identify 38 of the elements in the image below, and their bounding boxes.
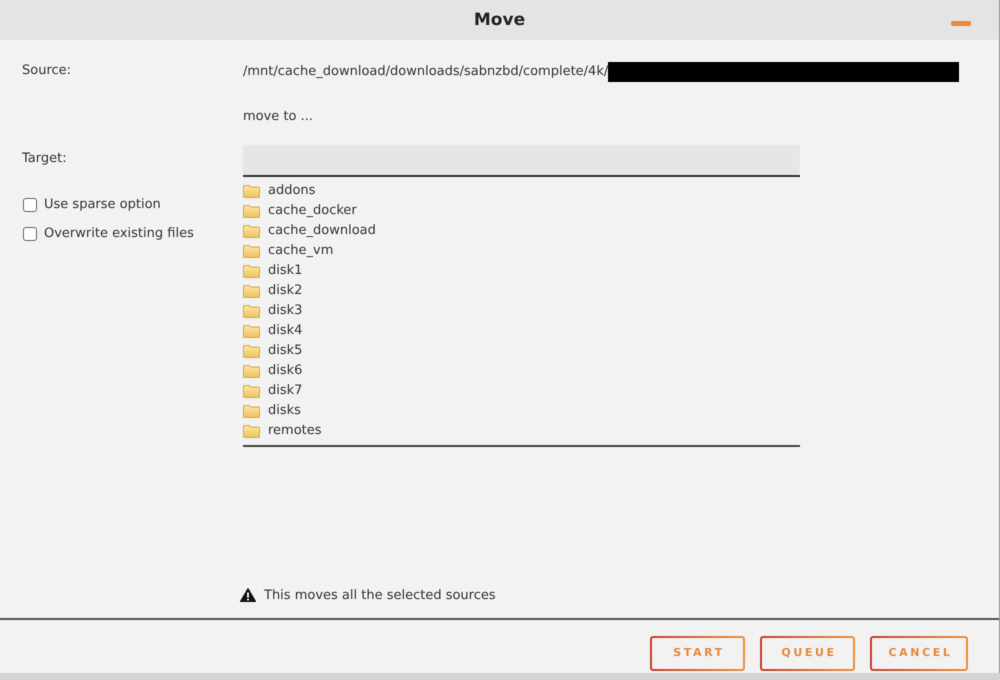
folder-name[interactable]: cache_download (268, 221, 376, 241)
folder-name[interactable]: disk7 (268, 381, 302, 401)
folder-name[interactable]: addons (268, 181, 316, 201)
folder-name[interactable]: disk3 (268, 301, 302, 321)
dialog-title: Move (474, 9, 526, 31)
folder-icon (243, 404, 260, 418)
folder-name[interactable]: cache_vm (268, 241, 334, 261)
folder-icon (243, 204, 260, 218)
folder-icon (243, 384, 260, 398)
folder-name[interactable]: disks (268, 401, 301, 421)
warning-icon (240, 588, 256, 602)
folder-icon (243, 344, 260, 358)
checkbox-label[interactable]: Overwrite existing files (44, 225, 194, 243)
folder-name[interactable]: disk4 (268, 321, 302, 341)
checkbox-label[interactable]: Use sparse option (44, 196, 161, 214)
source-label: Source: (22, 63, 72, 78)
folder-icon (243, 224, 260, 238)
target-label: Target: (22, 151, 67, 166)
folder-icon (243, 264, 260, 278)
folder-icon (243, 304, 260, 318)
folder-icon (243, 244, 260, 258)
move-to-hint: move to ... (243, 108, 314, 126)
folder-name[interactable]: disk1 (268, 261, 302, 281)
folder-icon (243, 284, 260, 298)
folder-name[interactable]: cache_docker (268, 201, 357, 221)
folder-name[interactable]: disk2 (268, 281, 302, 301)
folder-icon (243, 424, 260, 438)
checkbox[interactable] (23, 198, 37, 212)
folder-icon (243, 364, 260, 378)
folder-name[interactable]: disk5 (268, 341, 302, 361)
checkbox[interactable] (23, 227, 37, 241)
folder-name[interactable]: disk6 (268, 361, 302, 381)
folder-icon (243, 324, 260, 338)
folder-name[interactable]: remotes (268, 421, 322, 441)
source-path: /mnt/cache_download/downloads/sabnzbd/complete/4k/ (243, 63, 608, 81)
warning-message: This moves all the selected sources (264, 586, 496, 604)
target-field[interactable] (243, 145, 800, 177)
folder-icon (243, 184, 260, 198)
